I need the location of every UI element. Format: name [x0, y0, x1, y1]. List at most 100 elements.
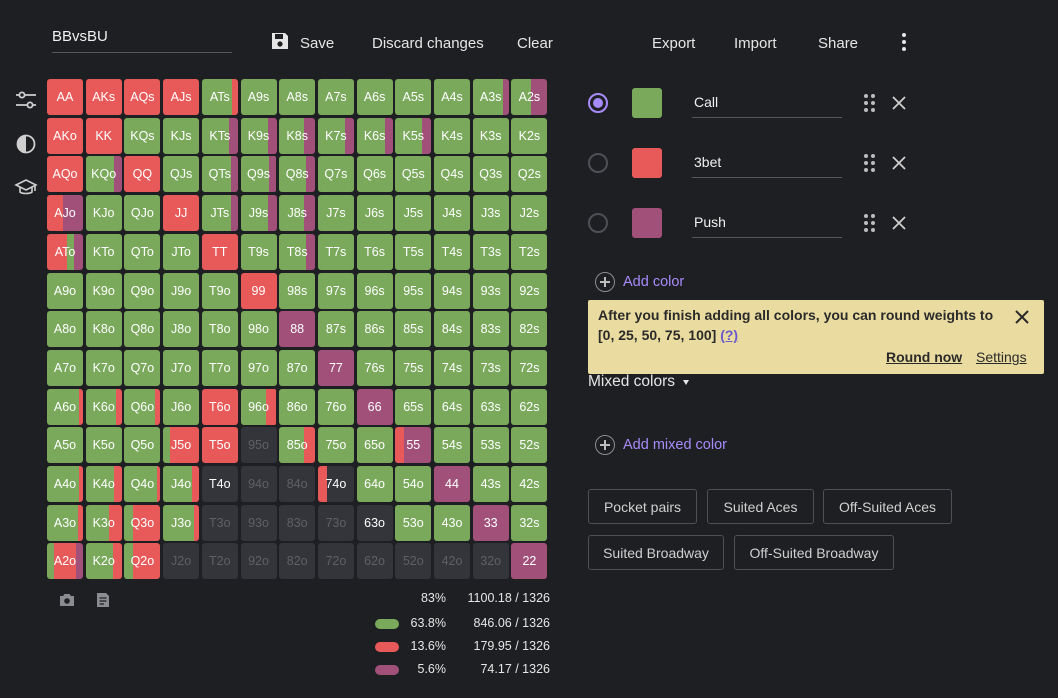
hand-cell-JTs[interactable]: JTs [201, 195, 238, 232]
hand-cell-63s[interactable]: 63s [472, 388, 509, 425]
hand-cell-K2o[interactable]: K2o [85, 543, 122, 580]
drag-handle-icon[interactable] [864, 94, 876, 112]
hand-cell-75s[interactable]: 75s [395, 349, 432, 386]
close-icon[interactable] [1014, 309, 1030, 325]
hand-cell-J2s[interactable]: J2s [511, 195, 548, 232]
hand-cell-QQ[interactable]: QQ [124, 156, 161, 193]
hand-cell-82o[interactable]: 82o [279, 543, 316, 580]
hand-cell-T9s[interactable]: T9s [240, 233, 277, 270]
hand-cell-K7o[interactable]: K7o [85, 349, 122, 386]
hand-cell-76s[interactable]: 76s [356, 349, 393, 386]
hand-cell-Q5s[interactable]: Q5s [395, 156, 432, 193]
camera-icon[interactable] [59, 592, 75, 608]
hand-cell-43s[interactable]: 43s [472, 466, 509, 502]
hand-cell-AKo[interactable]: AKo [47, 117, 83, 154]
hand-cell-93o[interactable]: 93o [240, 504, 277, 541]
hand-cell-AQs[interactable]: AQs [124, 79, 161, 115]
hand-cell-T6s[interactable]: T6s [356, 233, 393, 270]
clear-button[interactable]: Clear [517, 32, 553, 54]
hand-cell-A4s[interactable]: A4s [434, 79, 470, 115]
more-vertical-icon[interactable] [898, 33, 910, 51]
hand-cell-J8o[interactable]: J8o [163, 311, 200, 348]
hand-cell-Q5o[interactable]: Q5o [124, 427, 161, 464]
hand-cell-64s[interactable]: 64s [434, 388, 470, 425]
hand-cell-AJo[interactable]: AJo [47, 195, 83, 232]
hand-cell-K7s[interactable]: K7s [317, 117, 354, 154]
hand-cell-J3s[interactable]: J3s [472, 195, 509, 232]
hand-cell-KQo[interactable]: KQo [85, 156, 122, 193]
hand-cell-55[interactable]: 55 [395, 427, 432, 464]
hand-cell-T2s[interactable]: T2s [511, 233, 548, 270]
hand-cell-A9o[interactable]: A9o [47, 272, 83, 309]
hand-cell-K4s[interactable]: K4s [434, 117, 470, 154]
color-swatch-push[interactable] [632, 208, 662, 238]
hand-cell-72s[interactable]: 72s [511, 349, 548, 386]
hand-cell-T2o[interactable]: T2o [201, 543, 238, 580]
round-now-link[interactable]: Round now [886, 349, 962, 365]
hand-cell-85s[interactable]: 85s [395, 311, 432, 348]
hand-cell-A2s[interactable]: A2s [511, 79, 548, 115]
color-radio-call[interactable] [588, 93, 608, 113]
hand-cell-K5s[interactable]: K5s [395, 117, 432, 154]
hand-cell-52o[interactable]: 52o [395, 543, 432, 580]
hand-cell-84o[interactable]: 84o [279, 466, 316, 502]
hand-cell-Q2s[interactable]: Q2s [511, 156, 548, 193]
hand-cell-A4o[interactable]: A4o [47, 466, 83, 502]
hand-cell-32o[interactable]: 32o [472, 543, 509, 580]
hand-cell-76o[interactable]: 76o [317, 388, 354, 425]
preset-off-suited-broadway[interactable]: Off-Suited Broadway [734, 535, 894, 570]
hand-cell-A5o[interactable]: A5o [47, 427, 83, 464]
hand-cell-Q6o[interactable]: Q6o [124, 388, 161, 425]
hand-cell-J9o[interactable]: J9o [163, 272, 200, 309]
hand-cell-A7o[interactable]: A7o [47, 349, 83, 386]
discard-changes-button[interactable]: Discard changes [372, 32, 484, 54]
hand-cell-98o[interactable]: 98o [240, 311, 277, 348]
hand-cell-42s[interactable]: 42s [511, 466, 548, 502]
hand-cell-A3s[interactable]: A3s [472, 79, 509, 115]
hand-cell-75o[interactable]: 75o [317, 427, 354, 464]
hand-cell-62o[interactable]: 62o [356, 543, 393, 580]
hand-cell-52s[interactable]: 52s [511, 427, 548, 464]
export-button[interactable]: Export [652, 32, 695, 54]
preset-off-suited-aces[interactable]: Off-Suited Aces [823, 489, 952, 524]
hand-cell-86o[interactable]: 86o [279, 388, 316, 425]
color-radio-push[interactable] [588, 213, 608, 233]
hand-cell-A6s[interactable]: A6s [356, 79, 393, 115]
hand-cell-Q8s[interactable]: Q8s [279, 156, 316, 193]
color-name-input-push[interactable]: Push [692, 208, 842, 238]
hand-cell-96o[interactable]: 96o [240, 388, 277, 425]
hand-cell-J7s[interactable]: J7s [317, 195, 354, 232]
hand-cell-Q8o[interactable]: Q8o [124, 311, 161, 348]
hand-cell-J4s[interactable]: J4s [434, 195, 470, 232]
help-link[interactable]: (?) [720, 327, 738, 343]
hand-cell-AQo[interactable]: AQo [47, 156, 83, 193]
hand-cell-KTo[interactable]: KTo [85, 233, 122, 270]
hand-cell-J8s[interactable]: J8s [279, 195, 316, 232]
color-swatch-3bet[interactable] [632, 148, 662, 178]
hand-cell-54o[interactable]: 54o [395, 466, 432, 502]
mixed-colors-toggle[interactable]: Mixed colors [588, 373, 689, 391]
hand-cell-77[interactable]: 77 [317, 349, 354, 386]
hand-cell-K9s[interactable]: K9s [240, 117, 277, 154]
hand-cell-32s[interactable]: 32s [511, 504, 548, 541]
hand-cell-33[interactable]: 33 [472, 504, 509, 541]
document-icon[interactable] [95, 592, 111, 608]
hand-cell-53s[interactable]: 53s [472, 427, 509, 464]
hand-cell-K5o[interactable]: K5o [85, 427, 122, 464]
hand-cell-Q3s[interactable]: Q3s [472, 156, 509, 193]
hand-cell-T4s[interactable]: T4s [434, 233, 470, 270]
hand-cell-A9s[interactable]: A9s [240, 79, 277, 115]
hand-cell-T3s[interactable]: T3s [472, 233, 509, 270]
color-radio-3bet[interactable] [588, 153, 608, 173]
hand-cell-Q2o[interactable]: Q2o [124, 543, 161, 580]
hand-cell-A8o[interactable]: A8o [47, 311, 83, 348]
color-name-input-call[interactable]: Call [692, 88, 842, 118]
hand-cell-T5s[interactable]: T5s [395, 233, 432, 270]
hand-cell-86s[interactable]: 86s [356, 311, 393, 348]
add-color-button[interactable]: Add color [595, 272, 684, 292]
share-button[interactable]: Share [818, 32, 858, 54]
hand-cell-KJs[interactable]: KJs [163, 117, 200, 154]
hand-cell-KK[interactable]: KK [85, 117, 122, 154]
hand-cell-Q3o[interactable]: Q3o [124, 504, 161, 541]
close-icon[interactable] [891, 155, 907, 171]
